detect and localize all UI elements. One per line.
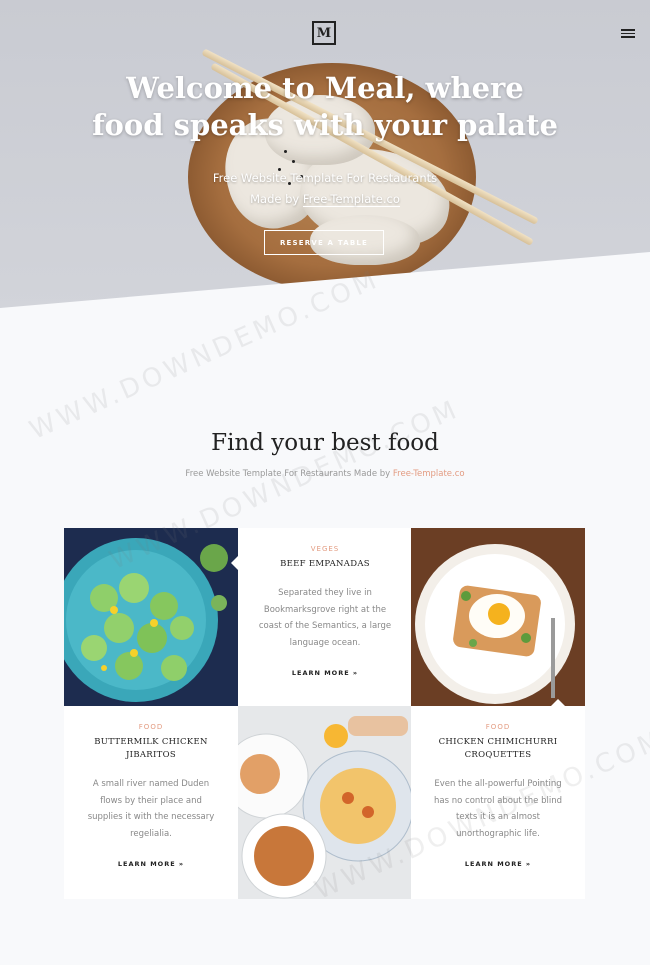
- site-logo[interactable]: M: [312, 21, 336, 45]
- dishes-image: [238, 706, 412, 899]
- egg-plate-illustration: [415, 544, 575, 704]
- hero-title-line: food speaks with your palate: [92, 108, 558, 142]
- food-card-name: BEEF EMPANADAS: [280, 559, 370, 569]
- section-title: Find your best food: [211, 430, 439, 456]
- hero-subtitle-prefix: Made by: [250, 192, 303, 206]
- hero-credit-link[interactable]: Free-Template.co: [302, 192, 400, 207]
- food-card-category: VEGES: [310, 545, 340, 553]
- food-card: FOOD CHICKEN CHIMICHURRI CROQUETTES Even…: [411, 706, 585, 899]
- section-subtitle-prefix: Free Website Template For Restaurants Ma…: [185, 469, 393, 479]
- food-card-description: Even the all-powerful Pointing has no co…: [434, 779, 562, 839]
- dishes-illustration: [238, 706, 412, 899]
- hero-title: Welcome to Meal, where food speaks with …: [0, 70, 650, 144]
- section-subtitle: Free Website Template For Restaurants Ma…: [0, 469, 650, 479]
- learn-more-link[interactable]: LEARN MORE »: [411, 860, 585, 868]
- egg-toast-image: [411, 528, 585, 706]
- food-card-category: FOOD: [138, 723, 164, 731]
- food-card-name: CHICKEN CHIMICHURRI CROQUETTES: [438, 737, 558, 760]
- card-pointer: [231, 736, 238, 750]
- food-card: VEGES BEEF EMPANADAS Separated they live…: [238, 528, 412, 706]
- salad-plate-illustration: [64, 538, 228, 702]
- food-card-description: A small river named Duden flows by their…: [87, 779, 215, 839]
- sesame-seed: [284, 150, 287, 153]
- sesame-seed: [292, 160, 295, 163]
- hero-subtitle: Free Website Template For Restaurants Ma…: [0, 168, 650, 210]
- hero-section: [0, 0, 650, 320]
- card-pointer: [551, 699, 565, 706]
- hero-title-line: Welcome to Meal, where: [126, 71, 524, 105]
- salad-image: [64, 528, 238, 706]
- learn-more-link[interactable]: LEARN MORE »: [64, 860, 238, 868]
- hamburger-icon[interactable]: [621, 29, 635, 38]
- learn-more-link[interactable]: LEARN MORE »: [238, 669, 412, 677]
- food-card: FOOD BUTTERMILK CHICKEN JIBARITOS A smal…: [64, 706, 238, 899]
- food-card-category: FOOD: [485, 723, 511, 731]
- food-card-description: Separated they live in Bookmarksgrove ri…: [258, 588, 392, 648]
- food-grid: VEGES BEEF EMPANADAS Separated they live…: [64, 528, 585, 899]
- section-credit-link[interactable]: Free-Template.co: [393, 469, 465, 479]
- hero-subtitle-line: Free Website Template For Restaurants: [212, 171, 438, 185]
- reserve-table-button[interactable]: RESERVE A TABLE: [264, 230, 384, 255]
- card-pointer: [231, 556, 238, 570]
- food-card-name: BUTTERMILK CHICKEN JIBARITOS: [94, 737, 208, 760]
